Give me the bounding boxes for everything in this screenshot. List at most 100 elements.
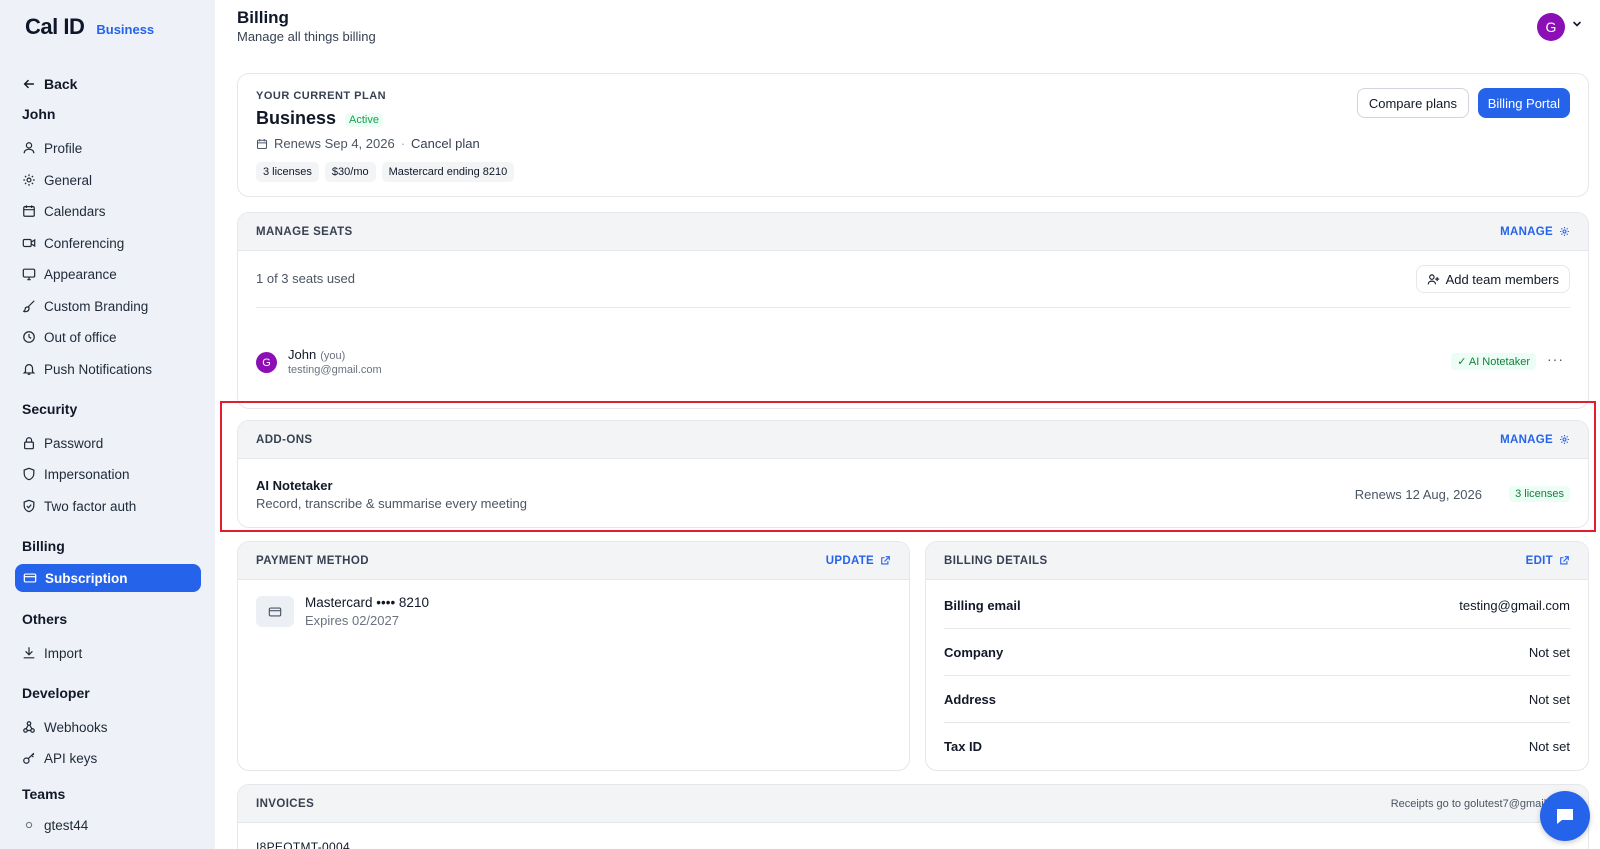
credit-card-icon xyxy=(268,606,282,617)
addon-renewal: Renews 12 Aug, 2026 xyxy=(1354,487,1482,502)
sidebar-item-label: Impersonation xyxy=(44,466,130,482)
member-name-row: John (you) xyxy=(288,347,345,362)
billing-detail-key: Company xyxy=(944,644,1004,660)
nav-group-user: John xyxy=(22,106,56,122)
billing-detail-key: Address xyxy=(944,691,997,707)
addon-licenses-badge: 3 licenses xyxy=(1509,486,1570,502)
company-row: Company Not set xyxy=(944,629,1570,676)
invoice-id[interactable]: I8PEOTMT-0004 xyxy=(256,840,350,849)
cancel-plan-link[interactable]: Cancel plan xyxy=(411,136,480,151)
plan-name: Business xyxy=(256,108,337,128)
plan-status-badge: Active xyxy=(345,113,383,127)
manage-label: MANAGE xyxy=(1500,225,1553,238)
sidebar-item-label: Calendars xyxy=(44,203,106,219)
update-payment-button[interactable]: UPDATE xyxy=(826,555,891,567)
billing-email-row: Billing email testing@gmail.com xyxy=(944,582,1570,629)
chat-support-button[interactable] xyxy=(1540,791,1590,841)
payment-section-label: PAYMENT METHOD xyxy=(256,554,369,567)
nav-group-billing: Billing xyxy=(22,538,65,554)
addons-header: ADD-ONS MANAGE xyxy=(238,421,1588,459)
sidebar-item-label: Custom Branding xyxy=(44,298,149,314)
external-link-icon xyxy=(881,556,890,565)
member-you-tag: (you) xyxy=(320,350,346,362)
payment-header: PAYMENT METHOD UPDATE xyxy=(238,542,909,580)
sidebar-item-profile[interactable]: Profile xyxy=(22,138,82,158)
nav-group-security: Security xyxy=(22,401,78,417)
plan-renewal: Renews Sep 4, 2026 · Cancel plan xyxy=(256,136,480,151)
sidebar-item-two-factor-auth[interactable]: Two factor auth xyxy=(22,496,136,516)
card-chip: Mastercard ending 8210 xyxy=(381,162,515,182)
billing-detail-value: Not set xyxy=(1528,691,1570,707)
chevron-down-icon[interactable] xyxy=(1571,18,1583,30)
team-avatar-icon xyxy=(25,821,33,829)
price-chip: $30/mo xyxy=(324,162,376,182)
current-plan-card: YOUR CURRENT PLAN Business Active Renews… xyxy=(237,73,1589,197)
sidebar-item-calendars[interactable]: Calendars xyxy=(22,201,106,221)
sidebar-item-out-of-office[interactable]: Out of office xyxy=(22,327,117,347)
sidebar-item-team-gtest44[interactable]: gtest44 xyxy=(22,815,88,835)
key-icon xyxy=(23,752,35,764)
addons-section-label: ADD-ONS xyxy=(256,433,313,446)
invoices-header: INVOICES Receipts go to golutest7@gmail.… xyxy=(238,785,1588,823)
compare-plans-button[interactable]: Compare plans xyxy=(1356,88,1469,118)
monitor-icon xyxy=(22,268,36,281)
sidebar-item-label: Out of office xyxy=(44,329,117,345)
billing-portal-button[interactable]: Billing Portal xyxy=(1477,88,1570,118)
sidebar-item-api-keys[interactable]: API keys xyxy=(22,748,97,768)
shield-check-icon xyxy=(23,499,35,513)
billing-detail-value: Not set xyxy=(1528,644,1570,660)
manage-addons-button[interactable]: MANAGE xyxy=(1500,434,1570,446)
sidebar-item-label: Webhooks xyxy=(44,719,108,735)
sidebar-item-label: gtest44 xyxy=(44,817,89,833)
member-more-button[interactable]: ··· xyxy=(1547,351,1564,367)
plan-renew-date: Renews Sep 4, 2026 xyxy=(274,136,395,151)
nav-group-developer: Developer xyxy=(22,685,90,701)
billing-details-card: BILLING DETAILS EDIT Billing email testi… xyxy=(925,541,1589,771)
manage-seats-card: MANAGE SEATS MANAGE 1 of 3 seats used Ad… xyxy=(237,212,1589,409)
manage-seats-button[interactable]: MANAGE xyxy=(1500,226,1570,238)
sidebar-item-label: Password xyxy=(44,435,104,451)
calendar-icon xyxy=(256,138,268,149)
sidebar-item-label: Appearance xyxy=(44,266,117,282)
plan-chips: 3 licenses $30/mo Mastercard ending 8210 xyxy=(256,162,515,182)
card-icon-box xyxy=(256,596,294,627)
addon-name: AI Notetaker xyxy=(256,478,333,493)
seats-section-label: MANAGE SEATS xyxy=(256,225,353,238)
sidebar-item-appearance[interactable]: Appearance xyxy=(22,264,117,284)
page-subtitle: Manage all things billing xyxy=(237,29,376,44)
member-avatar: G xyxy=(256,352,277,373)
manage-label: MANAGE xyxy=(1500,433,1553,446)
invoices-section-label: INVOICES xyxy=(256,797,315,810)
sidebar-item-impersonation[interactable]: Impersonation xyxy=(22,464,130,484)
video-icon xyxy=(22,238,36,248)
sidebar-item-label: Import xyxy=(44,645,83,661)
sidebar-item-general[interactable]: General xyxy=(22,170,92,190)
separator-dot: · xyxy=(400,136,406,151)
chat-icon xyxy=(1557,809,1573,824)
update-label: UPDATE xyxy=(825,554,874,567)
billing-detail-key: Billing email xyxy=(944,597,1021,613)
edit-label: EDIT xyxy=(1525,554,1553,567)
sidebar-item-password[interactable]: Password xyxy=(22,433,103,453)
billing-details-section-label: BILLING DETAILS xyxy=(944,554,1048,567)
sidebar-item-webhooks[interactable]: Webhooks xyxy=(22,717,108,737)
billing-detail-value: testing@gmail.com xyxy=(1459,597,1570,613)
sidebar-item-conferencing[interactable]: Conferencing xyxy=(22,233,124,253)
billing-detail-value: Not set xyxy=(1528,739,1570,754)
back-link[interactable]: Back xyxy=(22,76,77,92)
sidebar-item-label: Profile xyxy=(44,140,83,156)
page-title: Billing xyxy=(237,8,289,27)
sidebar-item-label: API keys xyxy=(44,750,98,766)
edit-billing-details-button[interactable]: EDIT xyxy=(1526,555,1570,567)
add-team-members-button[interactable]: Add team members xyxy=(1415,265,1570,293)
sidebar-item-custom-branding[interactable]: Custom Branding xyxy=(22,296,148,316)
app-logo[interactable]: Cal ID Business xyxy=(25,14,154,40)
sidebar-item-subscription[interactable]: Subscription xyxy=(15,564,201,592)
sidebar-item-label: Conferencing xyxy=(44,235,125,251)
addons-card: ADD-ONS MANAGE AI Notetaker Record, tran… xyxy=(237,420,1589,528)
user-avatar[interactable]: G xyxy=(1537,13,1565,41)
sidebar-item-import[interactable]: Import xyxy=(22,643,82,663)
logo-badge: Business xyxy=(96,22,155,37)
sidebar-item-push-notifications[interactable]: Push Notifications xyxy=(22,359,152,379)
invoices-card: INVOICES Receipts go to golutest7@gmail.… xyxy=(237,784,1589,849)
